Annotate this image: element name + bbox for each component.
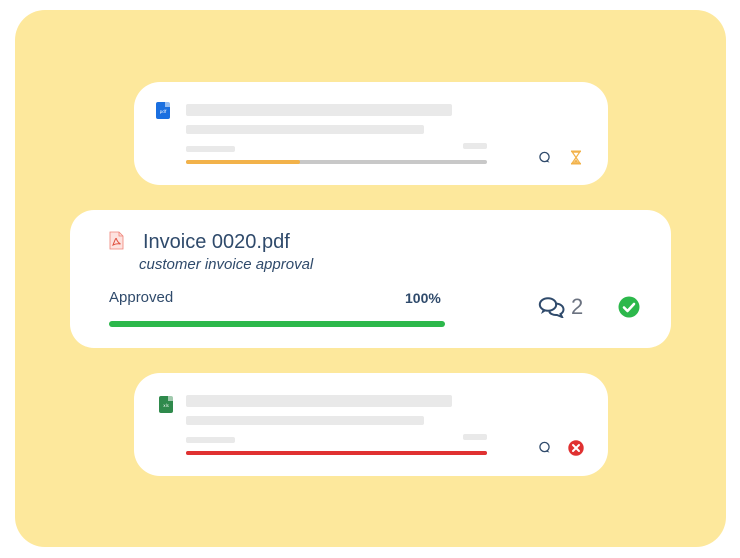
- progress-fill: [109, 321, 445, 327]
- status-placeholder: [186, 437, 235, 443]
- progress-fill: [186, 451, 487, 455]
- progress-bar: [186, 451, 487, 455]
- progress-percent: 100%: [405, 290, 441, 306]
- status-placeholder: [186, 146, 235, 152]
- title-placeholder: [186, 395, 452, 407]
- comments-count: 2: [571, 294, 584, 319]
- pdf-file-icon: pdf: [156, 102, 170, 119]
- progress-bar: [109, 321, 445, 327]
- hourglass-icon: [571, 150, 581, 165]
- document-title[interactable]: Invoice 0020.pdf: [143, 231, 290, 254]
- document-subtitle: customer invoice approval: [139, 256, 314, 273]
- document-card-rejected[interactable]: xls: [134, 373, 608, 476]
- document-card-pending[interactable]: pdf: [134, 82, 608, 185]
- title-placeholder: [186, 104, 452, 116]
- error-x-icon: [568, 440, 584, 456]
- comment-icon[interactable]: [538, 441, 551, 454]
- percent-placeholder: [463, 434, 487, 440]
- subtitle-placeholder: [186, 125, 424, 134]
- subtitle-placeholder: [186, 416, 424, 425]
- progress-fill: [186, 160, 301, 164]
- pdf-file-icon: [109, 231, 124, 250]
- percent-placeholder: [463, 143, 487, 149]
- document-card-approved[interactable]: Invoice 0020.pdf customer invoice approv…: [70, 210, 671, 348]
- spreadsheet-file-icon: xls: [159, 396, 173, 413]
- comment-icon[interactable]: [538, 151, 551, 164]
- check-circle-icon: [618, 296, 640, 318]
- comments-icon[interactable]: [538, 296, 566, 318]
- progress-bar: [186, 160, 487, 164]
- status-label: Approved: [109, 289, 174, 306]
